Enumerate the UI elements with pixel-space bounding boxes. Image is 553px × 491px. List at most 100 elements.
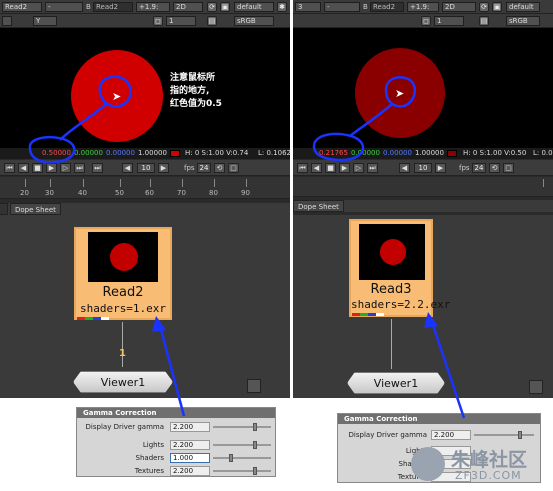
textures-gamma-field[interactable]: 2.200 bbox=[170, 466, 210, 476]
display-gamma-field[interactable]: 2.200 bbox=[170, 422, 210, 432]
channel-dropdown[interactable]: Y bbox=[33, 16, 57, 26]
ruler-label: 40 bbox=[78, 189, 87, 197]
bounce-icon[interactable]: ▢ bbox=[228, 163, 239, 173]
shaders-gamma-slider[interactable] bbox=[213, 457, 271, 459]
shaders-gamma-field[interactable]: 1.000 bbox=[170, 453, 210, 463]
viewer-canvas[interactable]: ➤ bbox=[293, 28, 553, 148]
next-key-icon[interactable]: ⏭ bbox=[74, 163, 85, 173]
go-to-start-icon[interactable]: ⏮ bbox=[4, 163, 15, 173]
pixel-info-bar: 0.50000 0.00000 0.00000 1.00000 H: 0 S:1… bbox=[0, 148, 290, 159]
annotation-line-3: 红色值为0.5 bbox=[170, 99, 222, 109]
viewer1-node[interactable]: Viewer1 bbox=[73, 371, 173, 393]
node-graph[interactable]: Read3 shaders=2.2.exr Viewer1 bbox=[293, 215, 553, 398]
frame-step-field[interactable]: 10 bbox=[137, 163, 155, 173]
colorspace-dropdown[interactable]: sRGB bbox=[234, 16, 274, 26]
b-label: B bbox=[86, 3, 91, 11]
layer-dropdown[interactable]: - bbox=[324, 2, 360, 12]
viewer1-node[interactable]: Viewer1 bbox=[347, 372, 445, 394]
step-forward-icon[interactable]: ▷ bbox=[353, 163, 364, 173]
lights-gamma-field[interactable]: 2.200 bbox=[170, 440, 210, 450]
frame-field[interactable]: 1 bbox=[434, 16, 464, 26]
jump-forward-icon[interactable]: ▶ bbox=[435, 163, 446, 173]
navigator-icon[interactable] bbox=[529, 380, 543, 394]
read2-node[interactable]: Read2 shaders=1.exr bbox=[74, 227, 172, 320]
tab-dope-sheet[interactable]: Dope Sheet bbox=[10, 203, 61, 215]
pipe-number: 1 bbox=[119, 348, 126, 359]
input-a-dropdown[interactable]: 3 bbox=[295, 2, 321, 12]
slider-knob[interactable] bbox=[253, 441, 257, 449]
pixel-red-value: 0.50000 bbox=[42, 149, 71, 157]
view-mode-dropdown[interactable]: 2D bbox=[442, 2, 476, 12]
gain-field[interactable]: +1.9: bbox=[407, 2, 439, 12]
proxy-icon[interactable]: ▤ bbox=[479, 16, 489, 26]
ruler-label: 80 bbox=[209, 189, 218, 197]
play-forward-icon[interactable]: ▶ bbox=[46, 163, 57, 173]
slider-knob[interactable] bbox=[253, 423, 257, 431]
viewer-toolbar-2: Y ◻ 1 ▤ sRGB bbox=[0, 14, 290, 28]
jump-forward-icon[interactable]: ▶ bbox=[158, 163, 169, 173]
refresh-icon[interactable]: ⟳ bbox=[479, 2, 489, 12]
channel-swatch[interactable] bbox=[2, 16, 12, 26]
layer-dropdown[interactable]: - bbox=[45, 2, 83, 12]
node-thumbnail bbox=[88, 232, 158, 282]
stop-icon[interactable]: ■ bbox=[325, 163, 336, 173]
go-to-end-icon[interactable]: ⏭ bbox=[367, 163, 378, 173]
input-b-dropdown[interactable]: Read2 bbox=[93, 2, 133, 12]
loop-icon[interactable]: ⟲ bbox=[214, 163, 225, 173]
watermark-logo-icon bbox=[411, 447, 445, 481]
loop-icon[interactable]: ⟲ bbox=[489, 163, 500, 173]
step-forward-icon[interactable]: ▷ bbox=[60, 163, 71, 173]
gamma-correction-panel-left: Gamma Correction Display Driver gamma 2.… bbox=[76, 407, 276, 477]
roi-icon[interactable]: ◻ bbox=[421, 16, 431, 26]
roi-icon[interactable]: ◻ bbox=[153, 16, 163, 26]
input-a-dropdown[interactable]: Read2 bbox=[2, 2, 42, 12]
settings-icon[interactable]: ✱ bbox=[277, 2, 287, 12]
jump-back-icon[interactable]: ◀ bbox=[399, 163, 410, 173]
pixel-blue-value: 0.00000 bbox=[106, 149, 135, 157]
display-gamma-slider[interactable] bbox=[474, 434, 534, 436]
pixel-hsv-value: H: 0 S:1.00 V:0.50 bbox=[463, 149, 527, 157]
display-icon[interactable]: ▣ bbox=[492, 2, 502, 12]
slider-knob[interactable] bbox=[229, 454, 233, 462]
timeline-ruler[interactable]: 20 30 40 50 60 70 80 90 bbox=[0, 177, 290, 199]
lut-dropdown[interactable]: default bbox=[506, 2, 540, 12]
colorspace-dropdown[interactable]: sRGB bbox=[506, 16, 540, 26]
view-mode-dropdown[interactable]: 2D bbox=[173, 2, 203, 12]
display-gamma-slider[interactable] bbox=[213, 426, 271, 428]
node-graph[interactable]: Read2 shaders=1.exr 1 Viewer1 bbox=[0, 215, 290, 398]
tab-node-graph[interactable] bbox=[0, 203, 8, 215]
play-forward-icon[interactable]: ▶ bbox=[339, 163, 350, 173]
play-backward-icon[interactable]: ◀ bbox=[18, 163, 29, 173]
navigator-icon[interactable] bbox=[247, 379, 261, 393]
lut-dropdown[interactable]: default bbox=[234, 2, 274, 12]
timeline-ruler[interactable] bbox=[293, 177, 553, 197]
viewer-canvas[interactable]: 注意鼠标所 指的地方, 红色值为0.5 ➤ bbox=[0, 28, 290, 148]
stop-icon[interactable]: ■ bbox=[32, 163, 43, 173]
b-label: B bbox=[363, 3, 368, 11]
pixel-green-value: 0.00000 bbox=[74, 149, 103, 157]
bounce-icon[interactable]: ▢ bbox=[503, 163, 514, 173]
node-file-label: shaders=1.exr bbox=[79, 302, 167, 315]
tab-dope-sheet[interactable]: Dope Sheet bbox=[293, 200, 344, 212]
refresh-icon[interactable]: ⟳ bbox=[207, 2, 217, 12]
input-b-dropdown[interactable]: Read2 bbox=[370, 2, 404, 12]
slider-knob[interactable] bbox=[253, 467, 257, 475]
gamma-row-lights: Lights 2.200 bbox=[77, 440, 275, 451]
play-backward-icon[interactable]: ◀ bbox=[311, 163, 322, 173]
fps-field[interactable]: 24 bbox=[197, 163, 211, 173]
textures-gamma-slider[interactable] bbox=[213, 470, 271, 472]
go-to-end-icon[interactable]: ⏭ bbox=[92, 163, 103, 173]
display-gamma-field[interactable]: 2.200 bbox=[431, 430, 471, 440]
proxy-icon[interactable]: ▤ bbox=[207, 16, 217, 26]
go-to-start-icon[interactable]: ⏮ bbox=[297, 163, 308, 173]
frame-field[interactable]: 1 bbox=[166, 16, 196, 26]
fps-field[interactable]: 24 bbox=[472, 163, 486, 173]
frame-step-field[interactable]: 10 bbox=[414, 163, 432, 173]
read3-node[interactable]: Read3 shaders=2.2.exr bbox=[349, 219, 450, 317]
display-icon[interactable]: ▣ bbox=[220, 2, 230, 12]
viewer-toolbar: 3 - B Read2 +1.9: 2D ⟳ ▣ default bbox=[293, 0, 553, 14]
slider-knob[interactable] bbox=[518, 431, 522, 439]
gain-field[interactable]: +1.9: bbox=[136, 2, 170, 12]
lights-gamma-slider[interactable] bbox=[213, 444, 271, 446]
jump-back-icon[interactable]: ◀ bbox=[122, 163, 133, 173]
